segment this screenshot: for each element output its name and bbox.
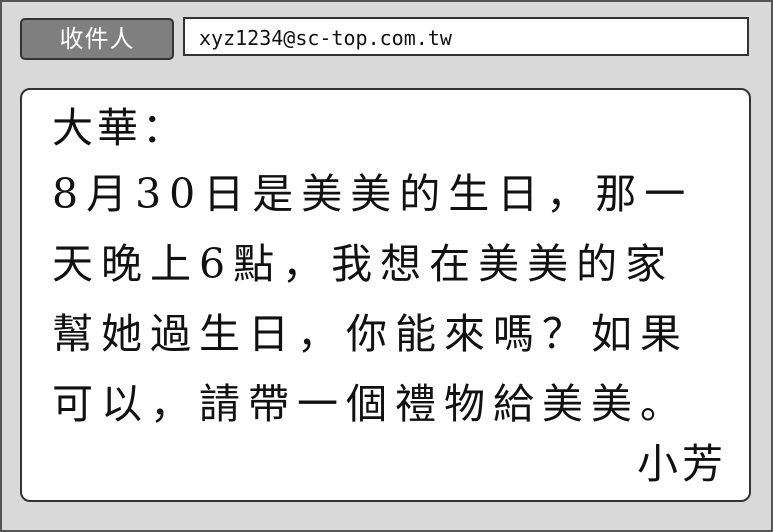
email-compose-window: 收件人 xyz1234@sc-top.com.tw 大華： 8月30日是美美的生… — [0, 0, 773, 532]
recipient-label: 收件人 — [20, 18, 174, 60]
letter-line: 8月30日是美美的生日，那一 — [52, 170, 694, 218]
message-body[interactable]: 大華： 8月30日是美美的生日，那一 天晚上6點，我想在美美的家 幫她過生日，你… — [20, 88, 751, 502]
letter-line: 幫她過生日，你能來嗎？如果 — [52, 310, 689, 358]
letter-line: 天晚上6點，我想在美美的家 — [52, 240, 675, 288]
letter-greeting: 大華： — [52, 104, 187, 152]
recipient-email-field[interactable]: xyz1234@sc-top.com.tw — [183, 17, 749, 56]
letter-signature: 小芳 — [637, 440, 727, 488]
letter-line: 可以，請帶一個禮物給美美。 — [52, 380, 689, 428]
